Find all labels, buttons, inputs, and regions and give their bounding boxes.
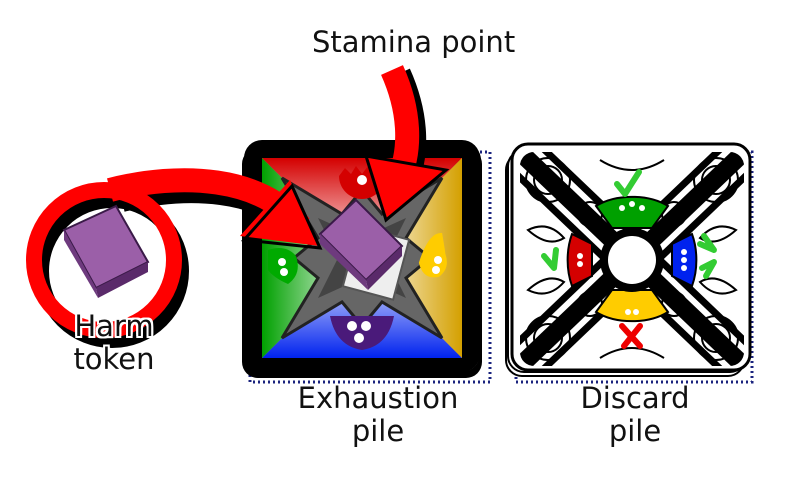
- exhaustion-pile-label: Exhaustion pile: [297, 381, 459, 448]
- harm-token-icon: [62, 204, 150, 298]
- harm-token-label: Harm token: [73, 309, 155, 376]
- discard-pile: [505, 142, 754, 384]
- discard-pile-label: Discard pile: [580, 381, 690, 448]
- stamina-point-label: Stamina point: [312, 25, 516, 59]
